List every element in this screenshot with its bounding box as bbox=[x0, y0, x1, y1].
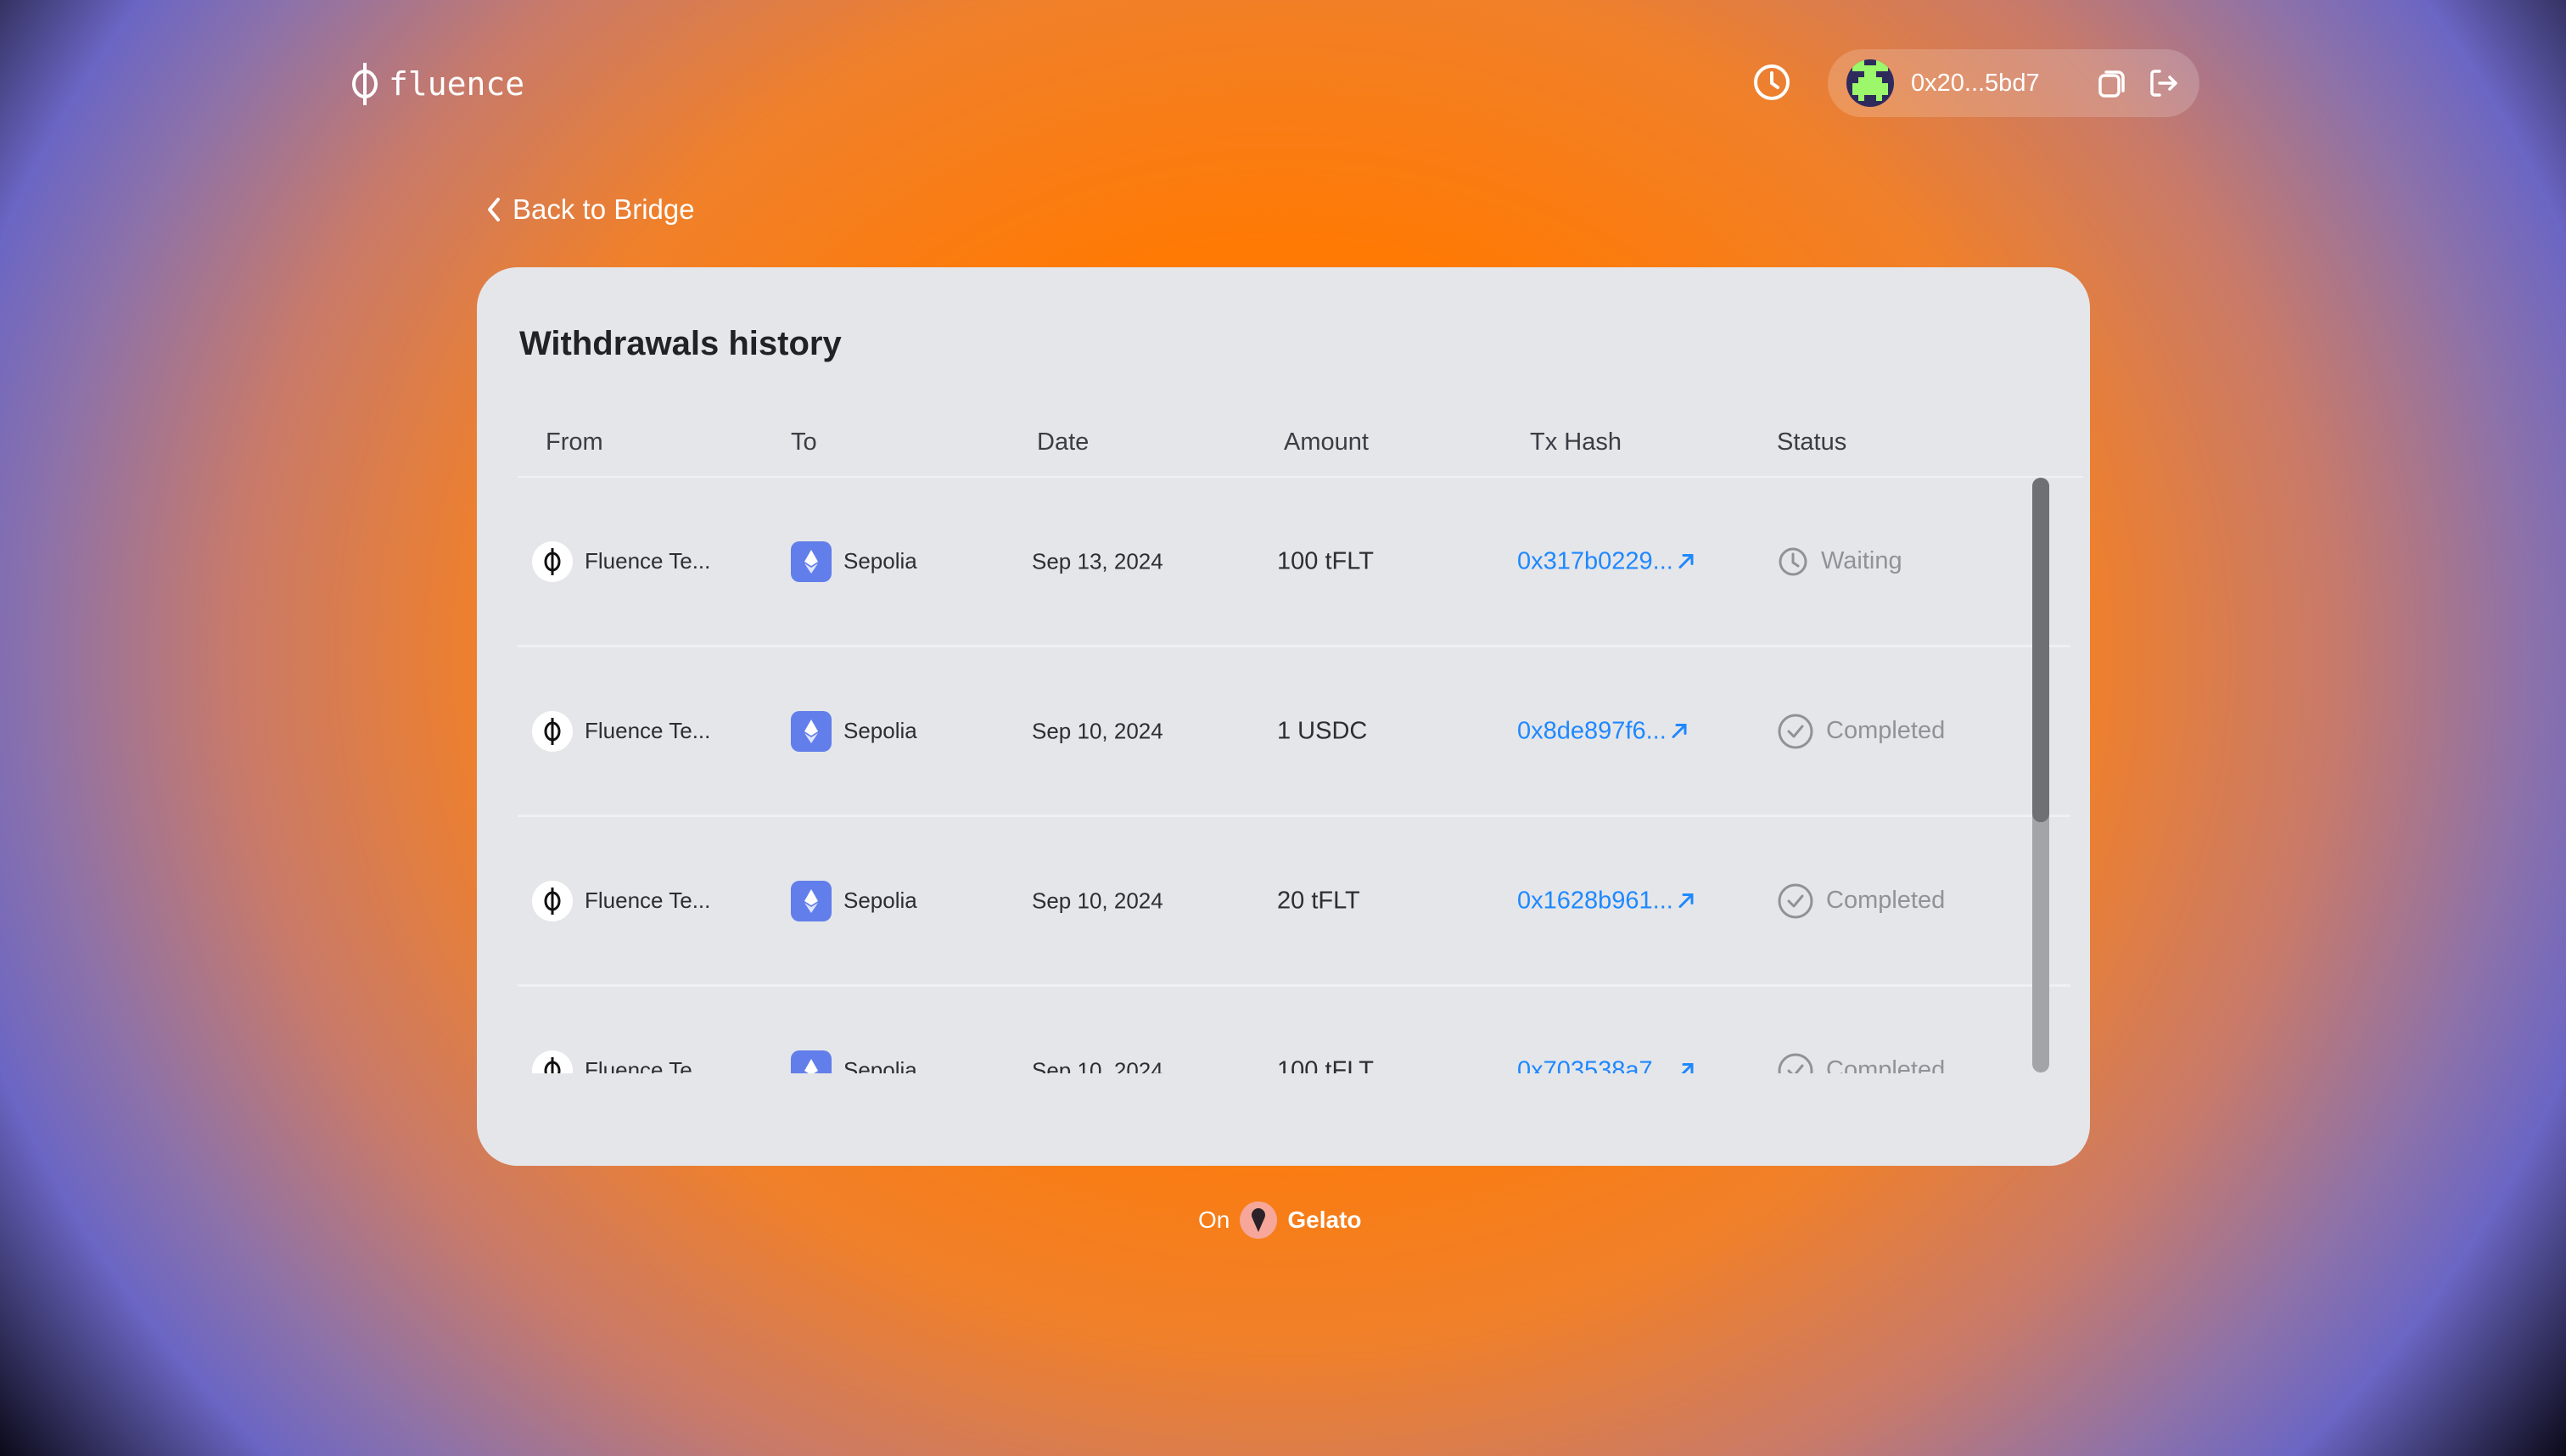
from-network: Fluence Te... bbox=[585, 1057, 711, 1073]
footer: On Gelato bbox=[1198, 1201, 1362, 1239]
status-text: Completed bbox=[1826, 1056, 1946, 1073]
from-network: Fluence Te... bbox=[585, 718, 711, 743]
withdrawals-card: Withdrawals history From To Date Amount … bbox=[477, 267, 2090, 1166]
ethereum-icon bbox=[791, 710, 832, 752]
to-network: Sepolia bbox=[843, 1057, 917, 1073]
from-network: Fluence Te... bbox=[585, 888, 711, 913]
from-network: Fluence Te... bbox=[585, 548, 711, 574]
chevron-left-icon bbox=[488, 198, 500, 221]
fluence-logo-icon bbox=[352, 63, 378, 105]
column-header-tx-hash: Tx Hash bbox=[1530, 428, 1622, 456]
table-row: Fluence Te... Sepolia Sep 13, 2024 100 t… bbox=[518, 478, 2070, 647]
column-header-from: From bbox=[546, 428, 603, 456]
wallet-address: 0x20...5bd7 bbox=[1911, 69, 2040, 97]
copy-icon[interactable] bbox=[2096, 66, 2130, 100]
amount: 20 tFLT bbox=[1277, 887, 1360, 914]
history-clock-icon[interactable] bbox=[1751, 62, 1792, 103]
table-row: Fluence Te... Sepolia Sep 10, 2024 100 t… bbox=[518, 987, 2070, 1073]
to-network: Sepolia bbox=[843, 548, 917, 574]
status-text: Waiting bbox=[1821, 547, 1902, 574]
footer-brand[interactable]: Gelato bbox=[1287, 1207, 1361, 1234]
avatar bbox=[1846, 59, 1894, 107]
to-network: Sepolia bbox=[843, 718, 917, 743]
clock-icon bbox=[1779, 547, 1807, 575]
amount: 1 USDC bbox=[1277, 717, 1368, 744]
status-text: Completed bbox=[1826, 887, 1946, 914]
column-header-status: Status bbox=[1777, 428, 1847, 456]
table-row: Fluence Te... Sepolia Sep 10, 2024 1 USD… bbox=[518, 647, 2070, 817]
back-label: Back to Bridge bbox=[513, 193, 695, 225]
scrollbar[interactable] bbox=[2032, 478, 2049, 1072]
check-circle-icon bbox=[1778, 714, 1813, 748]
date: Sep 10, 2024 bbox=[1032, 718, 1163, 743]
ethereum-icon bbox=[791, 1050, 832, 1073]
date: Sep 13, 2024 bbox=[1032, 548, 1163, 574]
tx-hash: 0x703538a7... bbox=[1517, 1056, 1673, 1073]
external-link-icon bbox=[1678, 554, 1694, 568]
external-link-icon bbox=[1681, 1063, 1694, 1073]
date: Sep 10, 2024 bbox=[1032, 888, 1163, 913]
tx-hash: 0x8de897f6... bbox=[1517, 717, 1667, 744]
footer-prefix: On bbox=[1198, 1207, 1230, 1233]
check-circle-icon bbox=[1778, 1053, 1813, 1073]
column-header-date: Date bbox=[1037, 428, 1090, 456]
tx-hash-link[interactable]: 0x317b0229... bbox=[1517, 547, 1695, 575]
external-link-icon bbox=[1672, 724, 1687, 738]
back-to-bridge-link[interactable]: Back to Bridge bbox=[485, 193, 695, 226]
external-link-icon bbox=[1678, 893, 1694, 908]
check-circle-icon bbox=[1778, 883, 1813, 918]
fluence-network-icon bbox=[532, 1050, 573, 1073]
ethereum-icon bbox=[791, 540, 832, 582]
tx-hash-link[interactable]: 0x1628b961... bbox=[1517, 887, 1695, 915]
date: Sep 10, 2024 bbox=[1032, 1057, 1163, 1073]
ethereum-icon bbox=[791, 880, 832, 921]
tx-hash-link[interactable]: 0x703538a7... bbox=[1517, 1056, 1695, 1073]
amount: 100 tFLT bbox=[1277, 1056, 1374, 1073]
brand-name: fluence bbox=[389, 65, 525, 103]
history-table-body[interactable]: Fluence Te... Sepolia Sep 13, 2024 100 t… bbox=[518, 478, 2083, 1073]
amount: 100 tFLT bbox=[1277, 547, 1374, 574]
fluence-network-icon bbox=[532, 880, 573, 921]
tx-hash-link[interactable]: 0x8de897f6... bbox=[1517, 717, 1689, 745]
page-title: Withdrawals history bbox=[519, 325, 842, 362]
fluence-network-icon bbox=[532, 710, 573, 752]
column-header-to: To bbox=[791, 428, 817, 456]
gelato-logo-icon bbox=[1240, 1201, 1278, 1239]
table-row: Fluence Te... Sepolia Sep 10, 2024 20 tF… bbox=[518, 817, 2070, 987]
scrollbar-thumb[interactable] bbox=[2032, 478, 2049, 822]
tx-hash: 0x1628b961... bbox=[1517, 887, 1673, 914]
fluence-network-icon bbox=[532, 540, 573, 582]
to-network: Sepolia bbox=[843, 888, 917, 913]
status-text: Completed bbox=[1826, 717, 1946, 744]
tx-hash: 0x317b0229... bbox=[1517, 547, 1673, 574]
wallet-pill[interactable]: 0x20...5bd7 bbox=[1828, 49, 2199, 117]
logout-icon[interactable] bbox=[2147, 66, 2181, 100]
fluence-logo[interactable]: fluence bbox=[348, 61, 524, 107]
column-header-amount: Amount bbox=[1284, 428, 1369, 456]
